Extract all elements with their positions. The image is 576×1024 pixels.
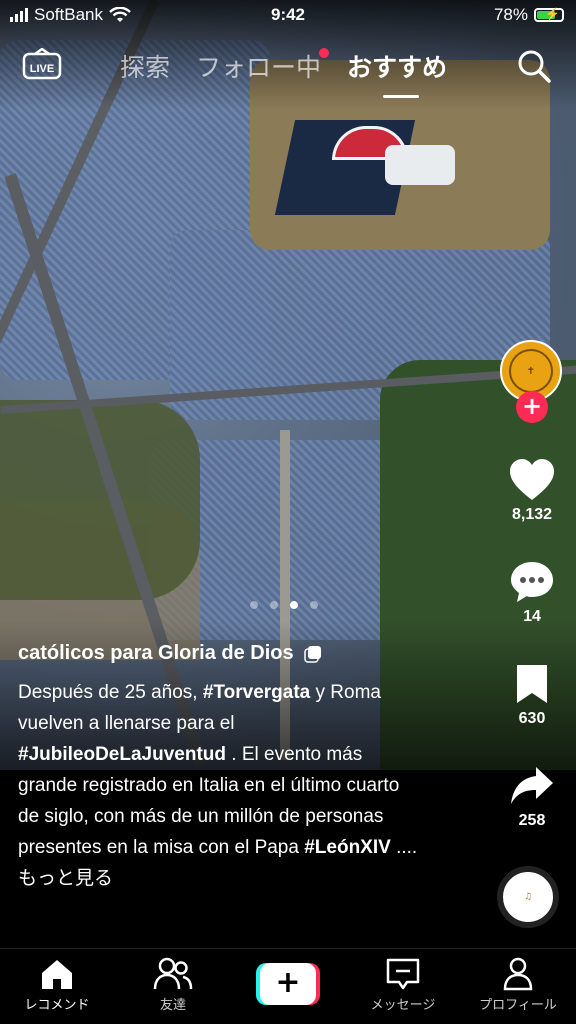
message-icon (386, 958, 420, 990)
feed-tabs: 探索 フォロー中 おすすめ (120, 48, 447, 98)
carousel-dot (310, 601, 318, 609)
video-caption: católicos para Gloria de Dios Después de… (18, 642, 418, 894)
nav-profile-label: プロフィール (479, 998, 557, 1013)
bookmark-icon (517, 665, 547, 703)
nav-friends[interactable]: 友達 (123, 957, 223, 1013)
follow-button[interactable]: + (516, 391, 548, 423)
hashtag-link[interactable]: #JubileoDeLaJuventud (18, 744, 226, 765)
profile-icon (503, 957, 533, 991)
description-text: Después de 25 años, (18, 682, 203, 703)
comment-button[interactable]: 14 (504, 560, 560, 626)
bottom-nav: レコメンド 友達 + メッセージ プロフィール (0, 948, 576, 1024)
carousel-indicator (250, 601, 318, 609)
nav-inbox[interactable]: メッセージ (353, 957, 453, 1013)
clock: 9:42 (270, 5, 306, 24)
tab-explore[interactable]: 探索 (120, 48, 170, 84)
ellipsis: .... (390, 837, 418, 858)
bookmark-button[interactable]: 630 (504, 662, 560, 728)
plus-icon: + (260, 963, 316, 1005)
live-label: LIVE (30, 63, 54, 75)
nav-home[interactable]: レコメンド (7, 957, 107, 1013)
search-icon[interactable] (516, 48, 552, 84)
description[interactable]: Después de 25 años, #Torvergata y Roma v… (18, 677, 418, 894)
nav-inbox-label: メッセージ (370, 998, 436, 1013)
author-name[interactable]: católicos para Gloria de Dios (18, 642, 294, 665)
comment-count: 14 (523, 608, 541, 625)
hashtag-link[interactable]: #LeónXIV (304, 837, 391, 858)
notification-dot (319, 48, 330, 58)
tent (385, 145, 455, 185)
share-count: 258 (518, 812, 546, 829)
create-button[interactable]: + (256, 963, 320, 1005)
like-count: 8,132 (511, 506, 553, 523)
top-nav: LIVE 探索 フォロー中 おすすめ (0, 44, 576, 98)
see-more-link[interactable]: もっと見る (18, 868, 113, 889)
live-icon[interactable]: LIVE (22, 48, 62, 82)
trees-area (0, 400, 200, 600)
tab-for-you[interactable]: おすすめ (347, 48, 447, 98)
bookmark-count: 630 (518, 710, 546, 727)
battery-icon: ⚡ (534, 7, 564, 22)
hashtag-link[interactable]: #Torvergata (203, 682, 310, 703)
comment-icon (511, 562, 553, 602)
friends-icon (153, 957, 193, 990)
like-button[interactable]: 8,132 (504, 458, 560, 524)
photo-mode-icon (303, 645, 321, 663)
battery-group: 78% ⚡ (494, 5, 564, 25)
status-bar: SoftBank 9:42 78% ⚡ (0, 0, 576, 32)
carousel-dot (270, 601, 278, 609)
author-row[interactable]: católicos para Gloria de Dios (18, 642, 418, 665)
carousel-dot-active (290, 601, 298, 609)
nav-home-label: レコメンド (24, 998, 90, 1013)
tiktok-feed-screen: SoftBank 9:42 78% ⚡ LIVE 探索 フォロー中 おすすめ ✝… (0, 0, 576, 1024)
battery-percent: 78% (493, 5, 528, 24)
nav-friends-label: 友達 (159, 998, 186, 1013)
nav-profile[interactable]: プロフィール (468, 957, 568, 1013)
tab-following[interactable]: フォロー中 (196, 48, 330, 84)
home-icon (42, 960, 72, 989)
share-button[interactable]: 258 (504, 764, 560, 830)
music-disc-icon[interactable]: ♫ (497, 866, 559, 928)
coin-logo-icon: ✝ (509, 349, 553, 393)
carousel-dot (250, 601, 258, 609)
heart-icon (510, 459, 554, 500)
tab-following-label: フォロー中 (196, 53, 322, 82)
share-arrow-icon (511, 767, 553, 804)
